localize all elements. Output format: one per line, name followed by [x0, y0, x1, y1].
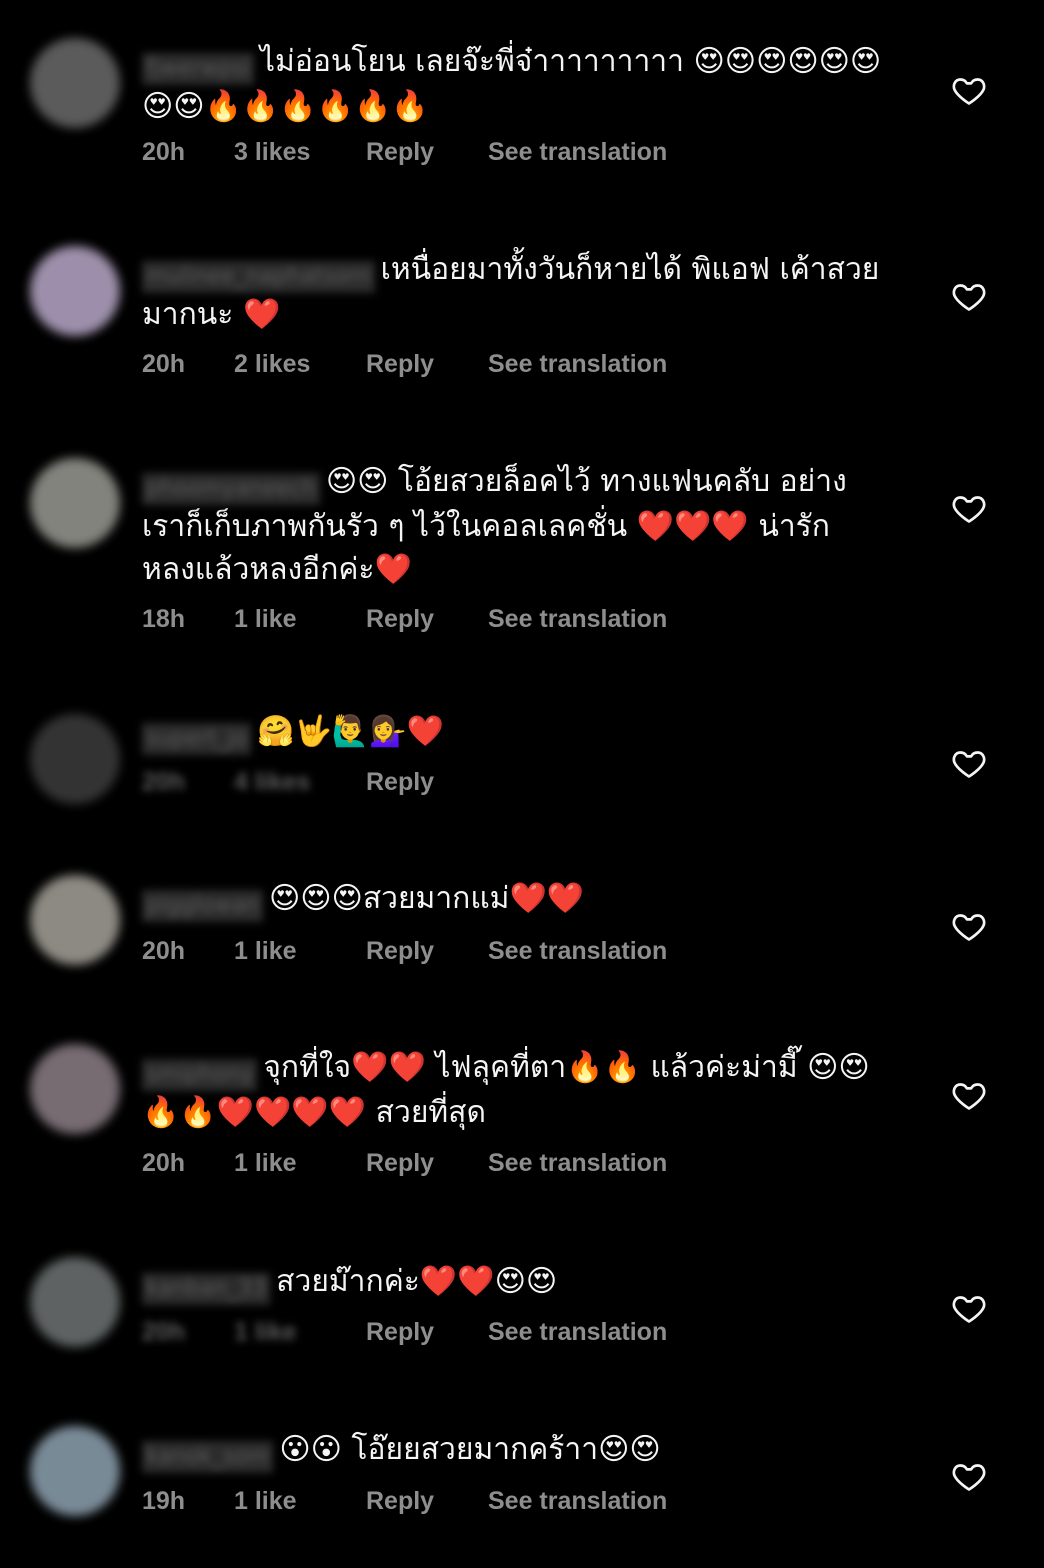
likes-count[interactable]: 1 like	[234, 605, 366, 634]
comment-text: phoomyaneech 😍😍 โอ้ยสวยล็อคไว้ ทางแฟนคลับ…	[142, 460, 882, 591]
see-translation-button[interactable]: See translation	[488, 1318, 708, 1347]
avatar[interactable]	[30, 1426, 120, 1516]
timestamp: 20h	[142, 768, 186, 796]
avatar[interactable]	[30, 714, 120, 804]
reply-button[interactable]: Reply	[366, 768, 488, 797]
heart-outline-icon[interactable]	[950, 278, 988, 314]
avatar[interactable]	[30, 246, 120, 336]
reply-button[interactable]: Reply	[366, 1318, 488, 1347]
comment-content: 🤗🤟🙋‍♂️💁‍♀️❤️	[257, 714, 444, 749]
comment-content: 😍😍😍สวยมากแม่❤️❤️	[269, 881, 585, 916]
comment-body: supert_jo 🤗🤟🙋‍♂️💁‍♀️❤️	[142, 710, 882, 755]
likes-count[interactable]: 4 likes	[234, 768, 366, 797]
username-link[interactable]: smiphony	[142, 1059, 258, 1091]
heart-outline-icon[interactable]	[950, 1077, 988, 1113]
see-translation-button[interactable]: See translation	[488, 1487, 708, 1516]
comment-text: supert_jo 🤗🤟🙋‍♂️💁‍♀️❤️	[142, 710, 882, 755]
comment-meta: 20h 3 likes Reply See translation	[142, 138, 708, 167]
username-link[interactable]: phoomyaneech	[142, 473, 320, 505]
likes-count[interactable]: 1 like	[234, 1487, 366, 1516]
see-translation-button[interactable]: See translation	[488, 138, 708, 167]
reply-button[interactable]: Reply	[366, 138, 488, 167]
avatar[interactable]	[30, 875, 120, 965]
comment-body: phoomyaneech 😍😍 โอ้ยสวยล็อคไว้ ทางแฟนคลับ…	[142, 460, 882, 591]
reply-button[interactable]: Reply	[366, 605, 488, 634]
likes-count[interactable]: 3 likes	[234, 138, 366, 167]
avatar[interactable]	[30, 1257, 120, 1347]
heart-outline-icon[interactable]	[950, 490, 988, 526]
comment-body: fjwerwpsi ไม่อ่อนโยน เลยจ๊ะพี่จ๋าาาาาาาาา…	[142, 40, 882, 128]
comment-text: mulinee_naphatsorn เหนื่อยมาทั้งวันก็หายไ…	[142, 248, 882, 336]
likes-count[interactable]: 1 like	[234, 937, 366, 966]
comment-body: smiphony จุกที่ใจ❤️❤️ ไฟลุคที่ตา🔥🔥 แล้วค่…	[142, 1046, 882, 1134]
comment-text: smiphony จุกที่ใจ❤️❤️ ไฟลุคที่ตา🔥🔥 แล้วค่…	[142, 1046, 882, 1134]
see-translation-button[interactable]: See translation	[488, 605, 708, 634]
comment-body: pigglowan 😍😍😍สวยมากแม่❤️❤️	[142, 877, 882, 922]
timestamp: 20h	[142, 1318, 186, 1346]
heart-outline-icon[interactable]	[950, 908, 988, 944]
see-translation-button[interactable]: See translation	[488, 1149, 708, 1178]
comment-text: kanok_som 😮😮 โอ๊ยยสวยมากคร้าา😍😍	[142, 1428, 882, 1473]
comment-text: kanban_33 สวยม๊ากค่ะ❤️❤️😍😍	[142, 1260, 882, 1305]
username-link[interactable]: mulinee_naphatsorn	[142, 261, 375, 293]
comment-meta: 20h 1 like Reply See translation	[142, 937, 708, 966]
username-link[interactable]: kanok_som	[142, 1441, 274, 1473]
timestamp: 20h	[142, 138, 186, 166]
avatar[interactable]	[30, 1044, 120, 1134]
heart-outline-icon[interactable]	[950, 745, 988, 781]
comment-content: สวยม๊ากค่ะ❤️❤️😍😍	[276, 1264, 558, 1299]
reply-button[interactable]: Reply	[366, 937, 488, 966]
username-link[interactable]: supert_jo	[142, 723, 252, 755]
comment-meta: 20h 1 like Reply See translation	[142, 1149, 708, 1178]
timestamp: 20h	[142, 350, 186, 378]
comment-meta: 18h 1 like Reply See translation	[142, 605, 708, 634]
comment-body: kanok_som 😮😮 โอ๊ยยสวยมากคร้าา😍😍	[142, 1428, 882, 1473]
see-translation-button[interactable]: See translation	[488, 937, 708, 966]
heart-outline-icon[interactable]	[950, 1290, 988, 1326]
likes-count[interactable]: 1 like	[234, 1149, 366, 1178]
username-link[interactable]: pigglowan	[142, 890, 263, 922]
reply-button[interactable]: Reply	[366, 350, 488, 379]
comment-body: kanban_33 สวยม๊ากค่ะ❤️❤️😍😍	[142, 1260, 882, 1305]
reply-button[interactable]: Reply	[366, 1487, 488, 1516]
timestamp: 20h	[142, 937, 186, 965]
avatar[interactable]	[30, 38, 120, 128]
timestamp: 20h	[142, 1149, 186, 1177]
heart-outline-icon[interactable]	[950, 72, 988, 108]
comment-meta: 20h 2 likes Reply See translation	[142, 350, 708, 379]
avatar[interactable]	[30, 458, 120, 548]
comment-body: mulinee_naphatsorn เหนื่อยมาทั้งวันก็หายไ…	[142, 248, 882, 336]
comment-text: fjwerwpsi ไม่อ่อนโยน เลยจ๊ะพี่จ๋าาาาาาาาา…	[142, 40, 882, 128]
timestamp: 19h	[142, 1487, 186, 1515]
comment-meta: 20h 4 likes Reply	[142, 768, 488, 797]
heart-outline-icon[interactable]	[950, 1458, 988, 1494]
likes-count[interactable]: 2 likes	[234, 350, 366, 379]
comment-meta: 20h 1 like Reply See translation	[142, 1318, 708, 1347]
comment-content: 😮😮 โอ๊ยยสวยมากคร้าา😍😍	[279, 1432, 661, 1467]
username-link[interactable]: fjwerwpsi	[142, 53, 254, 85]
comment-meta: 19h 1 like Reply See translation	[142, 1487, 708, 1516]
see-translation-button[interactable]: See translation	[488, 350, 708, 379]
comment-text: pigglowan 😍😍😍สวยมากแม่❤️❤️	[142, 877, 882, 922]
username-link[interactable]: kanban_33	[142, 1273, 271, 1305]
timestamp: 18h	[142, 605, 186, 633]
reply-button[interactable]: Reply	[366, 1149, 488, 1178]
likes-count[interactable]: 1 like	[234, 1318, 366, 1347]
